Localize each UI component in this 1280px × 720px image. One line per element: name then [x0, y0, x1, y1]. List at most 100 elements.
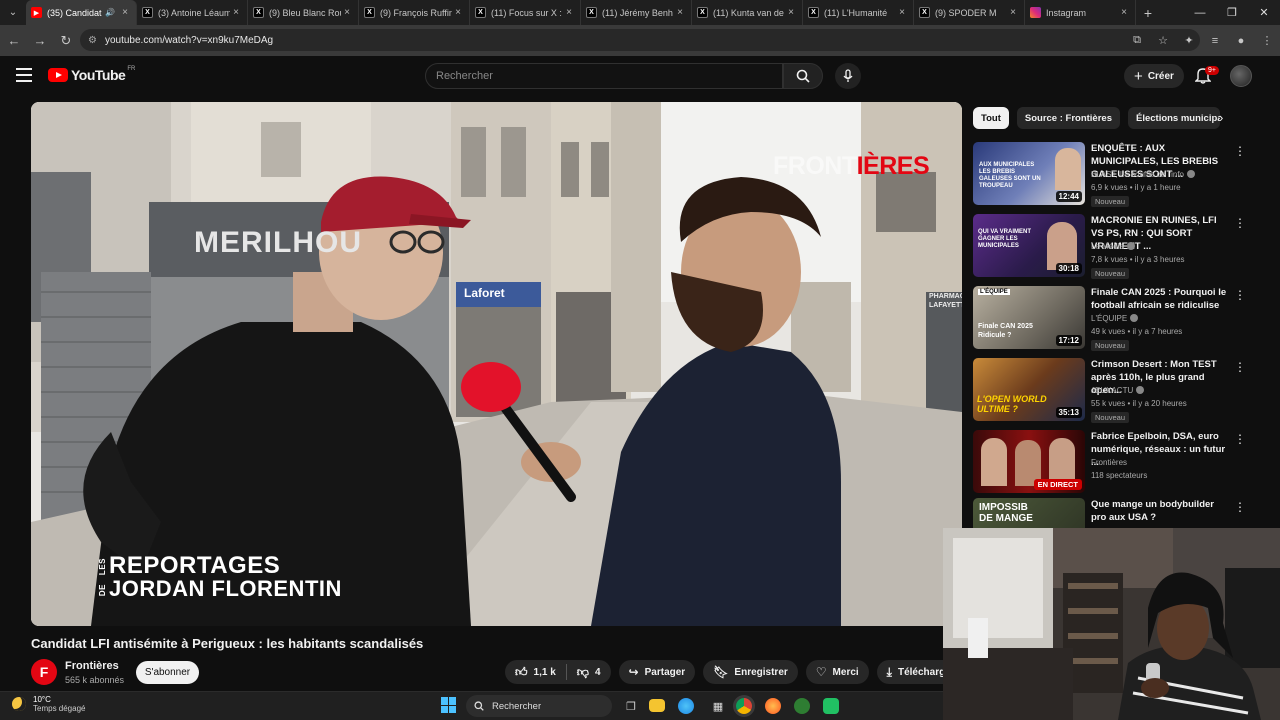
tab-1[interactable]: X (3) Antoine Léaum ×	[137, 0, 248, 25]
menu-icon[interactable]: ⋮	[1254, 34, 1280, 47]
create-button[interactable]: + Créer	[1124, 64, 1184, 88]
more-options-icon[interactable]: ⋮	[1234, 288, 1246, 302]
video-thumbnail[interactable]: L'OPEN WORLD ULTIME ? 35:13	[973, 358, 1085, 421]
rec-channel[interactable]: JEUXACTU	[1091, 385, 1145, 395]
chrome-icon[interactable]	[736, 698, 752, 714]
recommendation-item[interactable]: L'OPEN WORLD ULTIME ? 35:13 Crimson Dese…	[973, 358, 1269, 423]
more-options-icon[interactable]: ⋮	[1234, 500, 1246, 514]
thanks-button[interactable]: ♡ Merci	[805, 660, 869, 684]
tab-groups-icon[interactable]: ≡	[1202, 35, 1228, 47]
back-icon[interactable]: ←	[2, 29, 26, 53]
bookmark-star-icon[interactable]: ☆	[1150, 34, 1176, 47]
more-options-icon[interactable]: ⋮	[1234, 144, 1246, 158]
tab-6[interactable]: X (11) Kunta van de ×	[692, 0, 803, 25]
reload-icon[interactable]: ↻	[54, 29, 78, 53]
recommendation-item[interactable]: AUX MUNICIPALES LES BREBIS GALEUSES SONT…	[973, 142, 1269, 207]
thumbs-down-icon: 👎︎	[576, 664, 589, 679]
rec-title[interactable]: Finale CAN 2025 : Pourquoi le football a…	[1091, 286, 1231, 312]
rec-channel[interactable]: Frontières	[1091, 458, 1127, 467]
profile-icon[interactable]: ●	[1228, 35, 1254, 47]
tab-2[interactable]: X (9) Bleu Blanc Rou ×	[248, 0, 359, 25]
tab-9[interactable]: Instagram ×	[1025, 0, 1136, 25]
more-options-icon[interactable]: ⋮	[1234, 432, 1246, 446]
game-app-icon[interactable]	[823, 698, 839, 714]
rec-channel[interactable]: L'ÉQUIPE	[1091, 313, 1139, 323]
install-icon[interactable]: ⧉	[1124, 34, 1150, 47]
more-options-icon[interactable]: ⋮	[1234, 360, 1246, 374]
new-badge: Nouveau	[1091, 412, 1130, 423]
tab-5[interactable]: X (11) Jérémy Benh ×	[581, 0, 692, 25]
close-tab-icon[interactable]: ×	[230, 7, 242, 18]
close-tab-icon[interactable]: ×	[119, 7, 131, 18]
tab-search-button[interactable]: ⌄	[0, 0, 26, 25]
close-tab-icon[interactable]: ×	[341, 7, 353, 18]
rec-channel[interactable]: BLAST, Le souffle de l'info	[1091, 169, 1195, 179]
chevron-right-icon[interactable]: ›	[1219, 110, 1223, 125]
hamburger-menu-icon[interactable]	[16, 68, 32, 82]
file-explorer-icon[interactable]	[649, 699, 665, 712]
chip-elections[interactable]: Élections municipales	[1127, 107, 1220, 129]
speaker-icon[interactable]: 🔊	[105, 8, 115, 17]
windows-start-icon[interactable]	[441, 697, 457, 713]
close-tab-icon[interactable]: ×	[1118, 7, 1130, 18]
dislike-button[interactable]: 👎︎ 4	[567, 660, 611, 684]
rec-title[interactable]: Que mange un bodybuilder pro aux USA ?	[1091, 498, 1231, 524]
video-thumbnail[interactable]: IMPOSSIB DE MANGE	[973, 498, 1085, 528]
channel-name[interactable]: Frontières	[65, 660, 119, 672]
search-input[interactable]: Rechercher	[425, 63, 783, 89]
firefox-icon[interactable]	[765, 698, 781, 714]
tab-0[interactable]: ▶ (35) Candidat 🔊 ×	[26, 0, 137, 25]
x-icon: X	[142, 7, 153, 18]
taskbar-search[interactable]: Rechercher	[466, 695, 612, 717]
xbox-app-icon[interactable]	[794, 698, 810, 714]
close-tab-icon[interactable]: ×	[1007, 7, 1019, 18]
edge-icon[interactable]	[678, 698, 694, 714]
close-tab-icon[interactable]: ×	[452, 7, 464, 18]
weather-widget[interactable]: 10°C Temps dégagé	[12, 695, 85, 713]
tab-7[interactable]: X (11) L'Humanité ×	[803, 0, 914, 25]
video-thumbnail[interactable]: AUX MUNICIPALES LES BREBIS GALEUSES SONT…	[973, 142, 1085, 205]
restore-icon[interactable]: ❐	[1216, 0, 1248, 25]
minimize-icon[interactable]: —	[1184, 0, 1216, 25]
youtube-logo[interactable]: YouTube FR	[48, 66, 135, 83]
forward-icon[interactable]: →	[28, 29, 52, 53]
close-tab-icon[interactable]: ×	[896, 7, 908, 18]
store-icon[interactable]: ▦	[707, 696, 729, 716]
close-tab-icon[interactable]: ×	[785, 7, 797, 18]
thumb-caption: IMPOSSIB DE MANGE	[979, 502, 1033, 524]
like-button[interactable]: 👍︎ 1,1 k	[505, 660, 566, 684]
rec-channel[interactable]: Le Média	[1091, 241, 1135, 251]
subscribe-button[interactable]: S'abonner	[136, 661, 199, 684]
recommendation-item[interactable]: EN DIRECT Fabrice Epelboin, DSA, euro nu…	[973, 430, 1269, 494]
notification-badge: 9+	[1205, 66, 1219, 75]
more-options-icon[interactable]: ⋮	[1234, 216, 1246, 230]
share-button[interactable]: ↪ Partager	[618, 660, 696, 684]
account-avatar[interactable]	[1230, 65, 1252, 87]
site-info-icon[interactable]: ⚙	[88, 35, 97, 46]
tab-8[interactable]: X (9) SPODER M ×	[914, 0, 1025, 25]
tab-3[interactable]: X (9) François Ruffin ×	[359, 0, 470, 25]
video-thumbnail[interactable]: QUI VA VRAIMENT GAGNER LES MUNICIPALES 3…	[973, 214, 1085, 277]
new-tab-button[interactable]: +	[1136, 5, 1160, 21]
channel-avatar[interactable]: F	[31, 659, 57, 685]
video-player[interactable]: FRONTIÈRES LESREPORTAGES DEJORDAN FLOREN…	[31, 102, 962, 626]
close-window-icon[interactable]: ✕	[1248, 0, 1280, 25]
recommendation-item[interactable]: L'ÉQUIPE Finale CAN 2025 Ridicule ? 17:1…	[973, 286, 1269, 351]
chip-all[interactable]: Tout	[973, 107, 1009, 129]
task-view-icon[interactable]: ❐	[620, 696, 642, 716]
chip-source[interactable]: Source : Frontières	[1016, 107, 1120, 129]
logo-text: YouTube	[71, 67, 126, 83]
recommendation-item[interactable]: QUI VA VRAIMENT GAGNER LES MUNICIPALES 3…	[973, 214, 1269, 279]
save-button[interactable]: 🔖︎ Enregistrer	[703, 660, 798, 684]
voice-search-button[interactable]	[835, 63, 861, 89]
video-thumbnail[interactable]: L'ÉQUIPE Finale CAN 2025 Ridicule ? 17:1…	[973, 286, 1085, 349]
search-button[interactable]	[783, 63, 823, 89]
close-tab-icon[interactable]: ×	[563, 7, 575, 18]
rec-channel-name: JEUXACTU	[1091, 386, 1134, 395]
extensions-icon[interactable]: ✦	[1176, 34, 1202, 47]
tab-4[interactable]: X (11) Focus sur X : ×	[470, 0, 581, 25]
recommendation-item[interactable]: IMPOSSIB DE MANGE Que mange un bodybuild…	[973, 498, 1269, 528]
close-tab-icon[interactable]: ×	[674, 7, 686, 18]
video-thumbnail[interactable]: EN DIRECT	[973, 430, 1085, 493]
address-bar[interactable]: ⚙ youtube.com/watch?v=xn9ku7MeDAg	[80, 29, 1200, 51]
